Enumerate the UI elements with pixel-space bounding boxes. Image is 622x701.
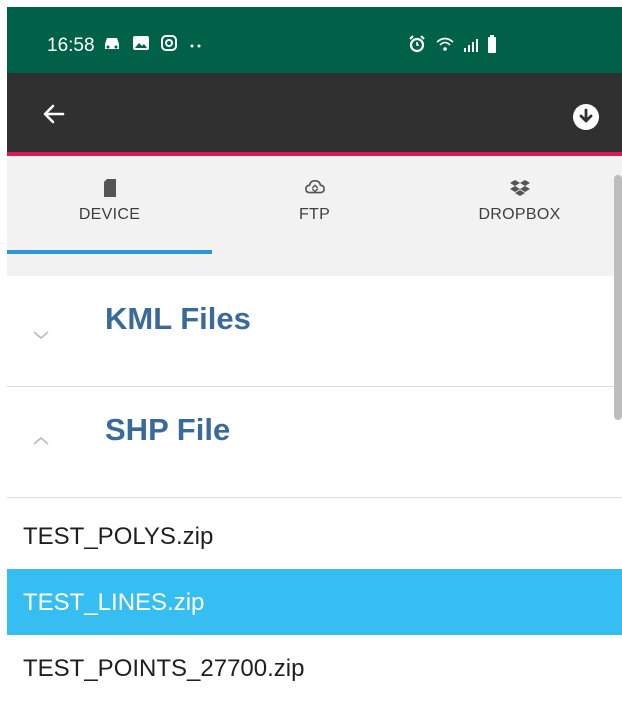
sd-card-icon <box>100 178 120 198</box>
tab-ftp[interactable]: FTP <box>212 156 417 256</box>
group-shp-file[interactable]: SHP File <box>7 387 622 497</box>
source-tabs: DEVICE FTP DROPBOX <box>7 156 622 276</box>
file-name: TEST_POINTS_27700.zip <box>23 655 305 682</box>
file-name: TEST_LINES.zip <box>23 589 205 616</box>
alarm-icon <box>407 35 427 59</box>
chevron-up-icon <box>32 434 50 452</box>
arrow-left-icon[interactable] <box>43 103 65 125</box>
scrollbar[interactable] <box>614 175 622 420</box>
more-dots-icon <box>188 34 204 58</box>
wifi-icon <box>435 35 455 59</box>
group-title: KML Files <box>105 301 251 336</box>
status-icons-left <box>102 34 204 58</box>
tab-dropbox-label: DROPBOX <box>478 206 561 223</box>
tab-dropbox[interactable]: DROPBOX <box>417 156 622 256</box>
instagram-icon <box>160 34 178 58</box>
status-time: 16:58 <box>47 35 95 56</box>
tab-device-label: DEVICE <box>78 206 141 223</box>
signal-icon <box>463 35 479 59</box>
car-icon <box>102 34 122 58</box>
tab-ftp-label: FTP <box>298 206 331 223</box>
divider <box>7 497 622 498</box>
dropbox-icon <box>509 178 530 198</box>
file-name: TEST_POLYS.zip <box>23 523 214 550</box>
app-bar <box>7 73 622 152</box>
list-item[interactable]: TEST_POLYS.zip <box>7 503 622 569</box>
group-title: SHP File <box>105 412 231 447</box>
image-icon <box>132 34 150 58</box>
list-item-selected[interactable]: TEST_LINES.zip <box>7 569 622 635</box>
list-item[interactable]: TEST_POINTS_27700.zip <box>7 635 622 701</box>
tab-device[interactable]: DEVICE <box>7 156 212 256</box>
battery-icon <box>487 34 497 60</box>
cloud-sync-icon <box>304 178 325 198</box>
status-icons-right <box>407 34 497 60</box>
chevron-down-icon <box>32 328 50 346</box>
tab-indicator <box>7 250 212 254</box>
download-icon[interactable] <box>573 104 599 130</box>
group-kml-files[interactable]: KML Files <box>7 276 622 386</box>
status-bar: 16:58 <box>7 7 622 73</box>
